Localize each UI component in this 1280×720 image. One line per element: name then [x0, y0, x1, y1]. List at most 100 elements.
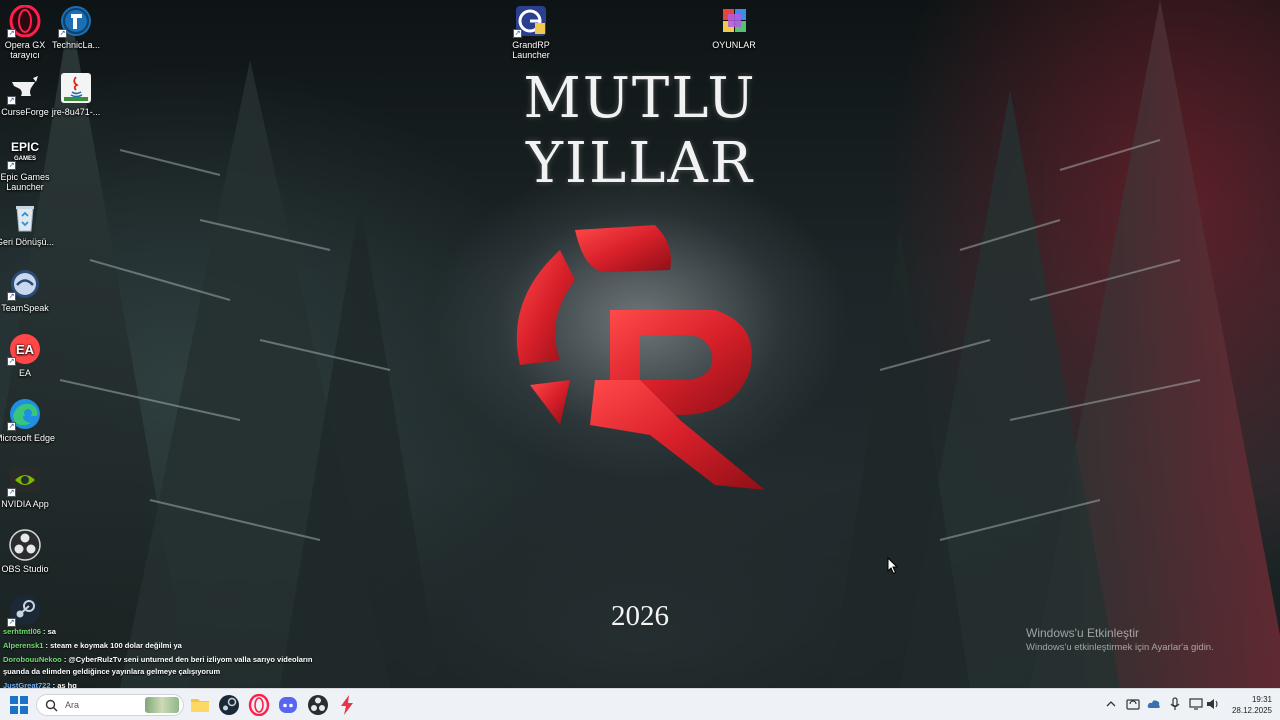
wallpaper-year: 2026: [611, 600, 669, 632]
technic-launcher-icon: ↗: [58, 5, 92, 38]
svg-text:GAMES: GAMES: [14, 156, 36, 162]
tray-chevron[interactable]: [1104, 697, 1118, 711]
chat-message: DorobouuNekoo : @CyberRulzTv seni unturn…: [3, 654, 323, 678]
taskbar: Ara 19:31 28.12.2025: [0, 688, 1280, 720]
desktop-icon-label: NVIDIA App: [1, 499, 49, 509]
desktop-icon-label: Geri Dönüşü...: [0, 237, 55, 247]
taskbar-file-explorer[interactable]: [189, 694, 211, 716]
shortcut-arrow-icon: ↗: [7, 422, 16, 431]
desktop-icon-label: TeamSpeak: [1, 303, 49, 313]
svg-text:EPIC: EPIC: [11, 140, 39, 154]
desktop-icon-java-installer[interactable]: jre-8u471-...: [44, 72, 108, 117]
nvidia-icon: ↗: [7, 464, 41, 497]
desktop-icon-steam[interactable]: ↗: [0, 594, 57, 629]
grandrp-logo: [516, 225, 765, 490]
svg-text:EA: EA: [16, 342, 35, 357]
shortcut-arrow-icon: ↗: [7, 96, 16, 105]
windows-activation-watermark: Windows'u Etkinleştir Windows'u etkinleş…: [1026, 626, 1214, 655]
taskbar-power-app[interactable]: [336, 694, 358, 716]
obs-icon: [9, 529, 41, 561]
tray-sync[interactable]: [1126, 697, 1140, 711]
teamspeak-icon: ↗: [7, 268, 41, 301]
activation-subtitle: Windows'u etkinleştirmek için Ayarlar'a …: [1026, 642, 1214, 653]
desktop-icon-grandrp-launcher[interactable]: ↗ GrandRP Launcher: [499, 5, 563, 60]
epic-games-icon: EPIC GAMES ↗: [7, 137, 41, 170]
display-icon: [1189, 698, 1203, 710]
clock-time: 19:31: [1251, 695, 1272, 704]
shortcut-arrow-icon: ↗: [7, 161, 16, 170]
shortcut-arrow-icon: ↗: [58, 29, 67, 38]
taskbar-search-box[interactable]: Ara: [36, 694, 184, 716]
chat-username: DorobouuNekoo: [3, 655, 62, 664]
file-explorer-icon: [191, 699, 209, 712]
chevron-up-icon: [1106, 701, 1116, 707]
search-placeholder: Ara: [65, 700, 80, 710]
desktop-icon-label: GrandRP Launcher: [512, 40, 550, 60]
power-app-icon: [341, 695, 353, 715]
tray-microphone[interactable]: [1168, 697, 1182, 711]
desktop-icon-label: jre-8u471-...: [51, 107, 101, 117]
activation-title: Windows'u Etkinleştir: [1026, 626, 1139, 640]
taskbar-discord[interactable]: [277, 694, 299, 716]
steam-icon: ↗: [7, 594, 41, 627]
desktop-icon-edge[interactable]: ↗ Microsoft Edge: [0, 398, 57, 443]
ea-icon: EA ↗: [7, 333, 41, 366]
desktop-icon-label: CurseForge: [1, 107, 49, 117]
taskbar-steam[interactable]: [218, 694, 240, 716]
opera-gx-icon: ↗: [7, 5, 41, 38]
sync-icon: [1126, 699, 1140, 710]
edge-icon: ↗: [7, 398, 41, 431]
desktop-icon-label: EA: [18, 368, 31, 378]
desktop-icon-label: OBS Studio: [1, 564, 49, 574]
discord-icon: [279, 697, 297, 713]
search-icon: [45, 699, 58, 712]
shortcut-arrow-icon: ↗: [513, 29, 522, 38]
taskbar-clock[interactable]: 19:31 28.12.2025: [1222, 694, 1272, 716]
desktop-icon-technic-launcher[interactable]: ↗ TechnicLa...: [44, 5, 108, 50]
stream-chat-overlay: serhtmtl06 : sa Alperensk1 : steam e koy…: [3, 626, 323, 692]
tray-network[interactable]: [1147, 697, 1161, 711]
taskbar-opera-gx[interactable]: [248, 694, 270, 716]
desktop-icon-label: TechnicLa...: [51, 40, 101, 50]
chat-text: : sa: [40, 627, 56, 636]
desktop-icon-recycle-bin[interactable]: Geri Dönüşü...: [0, 202, 57, 247]
shortcut-arrow-icon: ↗: [7, 29, 16, 38]
opera-gx-icon: [248, 694, 270, 716]
windows-start-icon[interactable]: [10, 696, 28, 714]
recycle-bin-icon: [9, 202, 41, 234]
desktop-icon-label: Epic Games Launcher: [0, 172, 50, 192]
desktop-icon-teamspeak[interactable]: ↗ TeamSpeak: [0, 268, 57, 313]
shortcut-arrow-icon: ↗: [7, 357, 16, 366]
clock-date: 28.12.2025: [1231, 706, 1272, 715]
shortcut-arrow-icon: ↗: [7, 292, 16, 301]
tray-volume[interactable]: [1206, 697, 1220, 711]
wallpaper-headline: MUTLU YILLAR: [523, 66, 757, 196]
desktop-icon-label: OYUNLAR: [712, 40, 756, 50]
desktop-icon-nvidia-app[interactable]: ↗ NVIDIA App: [0, 464, 57, 509]
folder-oyunlar-icon: [718, 5, 750, 37]
taskbar-obs[interactable]: [307, 694, 329, 716]
search-highlight-image: [145, 697, 179, 713]
microphone-icon: [1170, 697, 1180, 710]
desktop-icon-ea[interactable]: EA ↗ EA: [0, 333, 57, 378]
chat-username: Alperensk1: [3, 641, 44, 650]
chat-message: serhtmtl06 : sa: [3, 626, 323, 638]
speaker-icon: [1207, 699, 1218, 709]
java-installer-icon: [60, 72, 92, 104]
desktop-icon-obs-studio[interactable]: OBS Studio: [0, 529, 57, 574]
steam-icon: [219, 695, 239, 715]
desktop-icon-epic-games[interactable]: EPIC GAMES ↗ Epic Games Launcher: [0, 137, 57, 192]
obs-icon: [308, 695, 328, 715]
mouse-cursor-icon: [887, 557, 899, 575]
chat-username: serhtmtl06: [3, 627, 41, 636]
desktop-wallpaper: MUTLU YILLAR 2026: [0, 0, 1280, 688]
tray-display[interactable]: [1189, 697, 1203, 711]
shortcut-arrow-icon: ↗: [7, 488, 16, 497]
curseforge-icon: ↗: [7, 72, 41, 105]
grandrp-launcher-icon: ↗: [513, 5, 547, 38]
desktop-icon-oyunlar-folder[interactable]: OYUNLAR: [702, 5, 766, 50]
desktop-icon-label: Opera GX tarayıcı: [4, 40, 46, 60]
network-cloud-icon: [1147, 700, 1160, 708]
chat-message: Alperensk1 : steam e koymak 100 dolar de…: [3, 640, 323, 652]
chat-text: : steam e koymak 100 dolar değilmi ya: [43, 641, 182, 650]
